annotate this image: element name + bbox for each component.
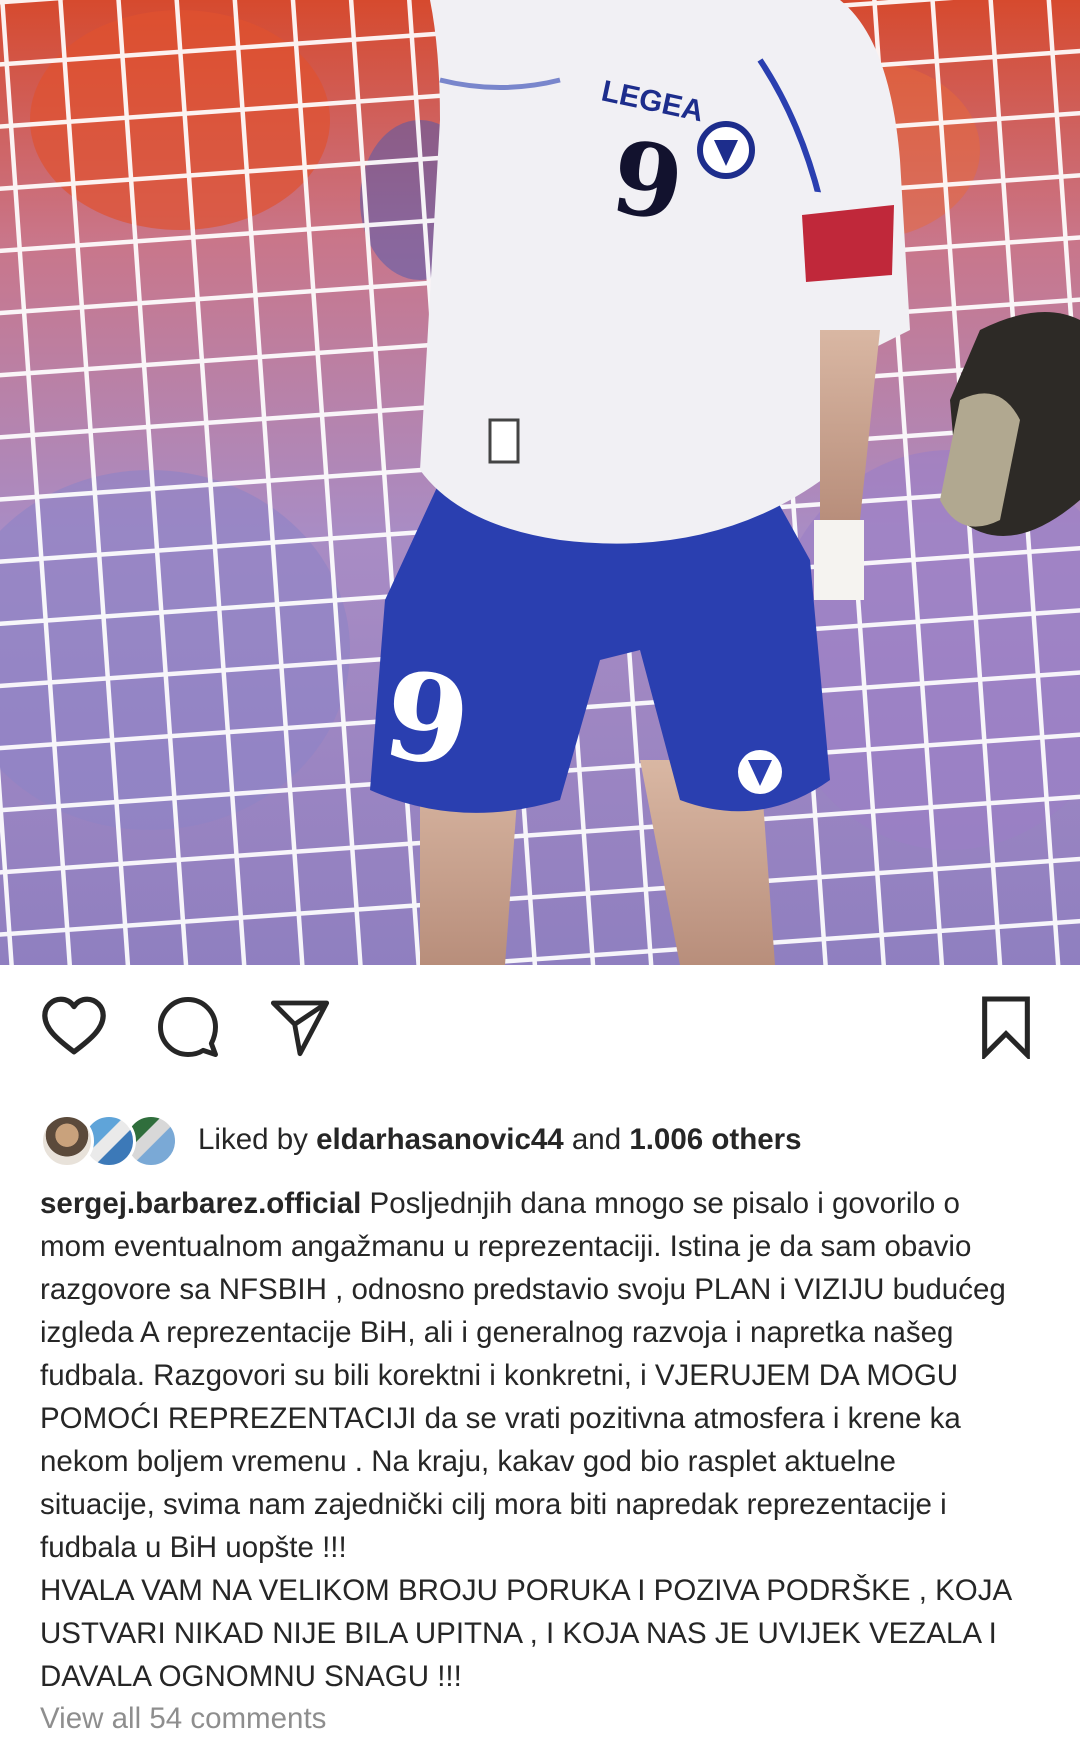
caption-line: HVALA VAM NA VELIKOM BROJU PORUKA I POZI…: [40, 1574, 1013, 1607]
likes-prefix: Liked by: [198, 1123, 317, 1156]
post-image[interactable]: 9 LEGEA 9: [0, 0, 1080, 965]
caption-line: mom eventualnom angažmanu u reprezentaci…: [40, 1230, 972, 1263]
caption-line: sergej.barbarez.official Posljednjih dan…: [40, 1182, 1050, 1225]
caption-username[interactable]: sergej.barbarez.official: [40, 1187, 361, 1220]
caption-text: Posljednjih dana mnogo se pisalo i govor…: [361, 1187, 960, 1220]
bookmark-icon: [982, 996, 1030, 1059]
save-button[interactable]: [964, 985, 1048, 1069]
caption-line: USTVARI NIKAD NIJE BILA UPITNA , I KOJA …: [40, 1617, 997, 1650]
caption-line: nekom boljem vremenu . Na kraju, kakav g…: [40, 1445, 896, 1478]
avatar: [40, 1114, 94, 1168]
likes-middle: and: [563, 1123, 630, 1156]
likes-summary: Liked by eldarhasanovic44 and 1.006 othe…: [198, 1123, 802, 1157]
comment-icon: [158, 997, 218, 1057]
caption-line: fudbala. Razgovori su bili korektni i ko…: [40, 1359, 959, 1392]
paper-plane-icon: [270, 1000, 330, 1057]
caption-line: DAVALA OGNOMNU SNAGU !!!: [40, 1660, 462, 1693]
caption-line: fudbala u BiH uopšte !!!: [40, 1531, 347, 1564]
post-photo: 9 LEGEA 9: [0, 0, 1080, 965]
post-caption: sergej.barbarez.official Posljednjih dan…: [40, 1182, 1050, 1698]
heart-icon: [42, 996, 106, 1055]
like-button[interactable]: [32, 985, 116, 1069]
liker-avatars: [40, 1112, 180, 1168]
caption-line: situacije, svima nam zajednički cilj mor…: [40, 1488, 947, 1521]
likes-row[interactable]: Liked by eldarhasanovic44 and 1.006 othe…: [40, 1108, 1040, 1172]
view-all-comments-link[interactable]: View all 54 comments: [40, 1702, 326, 1736]
share-button[interactable]: [258, 985, 342, 1069]
action-bar: [0, 985, 1080, 1095]
caption-line: POMOĆI REPREZENTACIJI da se vrati poziti…: [40, 1402, 961, 1435]
caption-line: izgleda A reprezentacije BiH, ali i gene…: [40, 1316, 954, 1349]
caption-line: razgovore sa NFSBIH , odnosno predstavio…: [40, 1273, 1006, 1306]
likes-count[interactable]: 1.006 others: [629, 1123, 801, 1156]
liker-username[interactable]: eldarhasanovic44: [316, 1123, 564, 1156]
comment-button[interactable]: [146, 985, 230, 1069]
